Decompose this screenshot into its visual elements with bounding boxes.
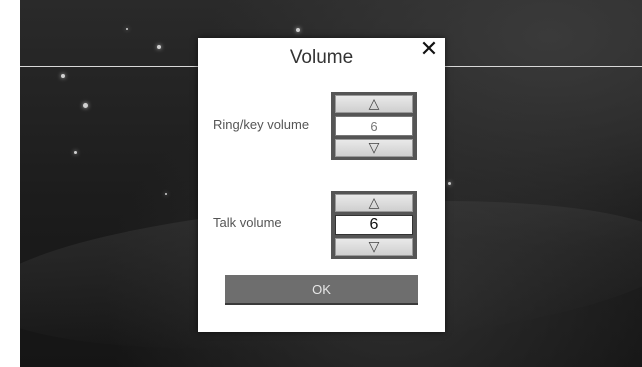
star-decoration (448, 182, 451, 185)
talk-volume-down-button[interactable]: ▽ (335, 238, 413, 256)
close-icon[interactable]: ✕ (417, 37, 441, 62)
star-decoration (83, 103, 88, 108)
star-decoration (165, 193, 167, 195)
talk-volume-stepper: △ 6 ▽ (331, 191, 417, 259)
ring-volume-down-button[interactable]: ▽ (335, 139, 413, 157)
triangle-down-icon: ▽ (368, 239, 380, 255)
talk-volume-up-button[interactable]: △ (335, 194, 413, 212)
star-decoration (296, 28, 300, 32)
talk-volume-value: 6 (335, 215, 413, 235)
volume-dialog: Volume ✕ Ring/key volume △ 6 ▽ Talk volu… (198, 37, 445, 332)
ring-volume-value: 6 (335, 116, 413, 136)
star-decoration (157, 45, 161, 49)
triangle-up-icon: △ (368, 195, 380, 211)
dialog-title: Volume (289, 47, 354, 68)
triangle-down-icon: ▽ (368, 140, 380, 156)
ring-volume-stepper: △ 6 ▽ (331, 92, 417, 160)
ring-volume-up-button[interactable]: △ (335, 95, 413, 113)
triangle-up-icon: △ (368, 96, 380, 112)
star-decoration (74, 151, 77, 154)
star-decoration (126, 28, 128, 30)
star-decoration (61, 74, 65, 78)
ok-button[interactable]: OK (225, 275, 418, 305)
talk-volume-label: Talk volume (213, 215, 282, 230)
ring-volume-label: Ring/key volume (213, 117, 310, 132)
